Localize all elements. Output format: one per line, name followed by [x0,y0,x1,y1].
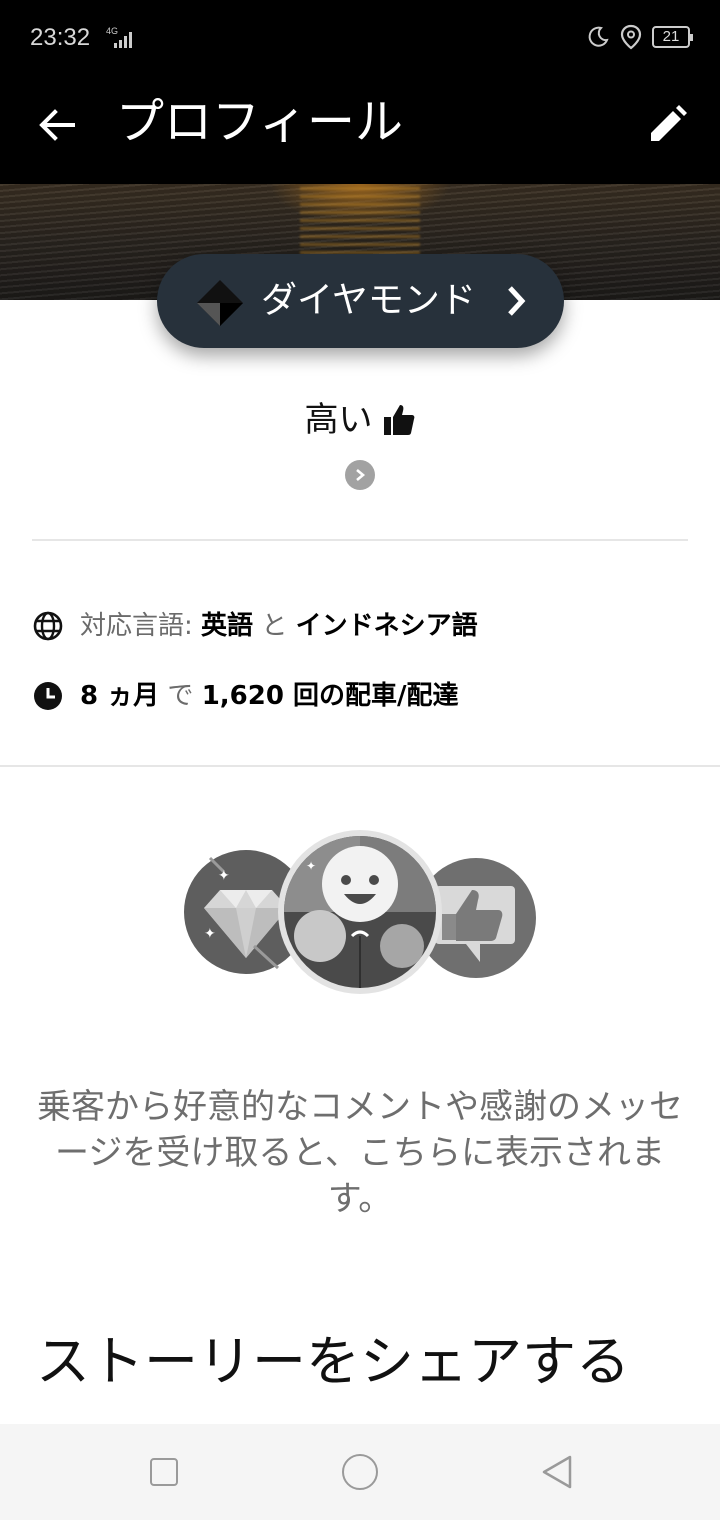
diamond-tier-icon [197,280,243,326]
rating-more-button[interactable] [345,460,375,490]
trip-connector: で [167,681,194,711]
status-time: 23:32 [30,24,91,51]
compliments-empty-message: 乗客から好意的なコメントや感謝のメッセージを受け取ると、こちらに表示されます。 [37,1087,683,1219]
location-icon [620,24,642,50]
profile-screen: 23:32 4G 21 プロフィール ダイヤモンド 高い 対応言語: 英語 と … [0,0,720,1520]
share-story-heading: ストーリーをシェアする [36,1330,630,1393]
recent-apps-icon[interactable] [150,1458,178,1486]
trips-row: 8 ヵ月 で 1,620 回の配車/配達 [32,678,459,714]
tier-button[interactable]: ダイヤモンド [157,254,564,348]
globe-icon [33,611,63,641]
system-nav-bar [0,1424,720,1520]
trip-duration: 8 ヵ月 [80,681,160,711]
app-bar: プロフィール [0,78,720,184]
signal-icon: 4G [104,26,134,48]
status-icons: 21 [586,24,693,50]
arrow-left-icon [39,109,75,141]
thumbs-up-icon [383,405,414,435]
rating: 高い [0,396,720,444]
languages-label: 対応言語: [80,611,193,641]
battery-icon: 21 [652,26,693,48]
language-secondary: インドネシア語 [295,611,478,641]
clock-icon [34,682,62,710]
pencil-icon [651,105,687,141]
chevron-right-icon [508,286,526,316]
languages-row: 対応言語: 英語 と インドネシア語 [32,608,478,644]
status-bar: 23:32 4G 21 [0,0,720,78]
svg-text:✦: ✦ [306,859,316,873]
tier-label: ダイヤモンド [261,280,476,321]
back-button[interactable] [30,98,84,152]
divider [32,539,688,541]
moon-icon [588,26,609,47]
home-icon[interactable] [342,1454,378,1490]
rating-label: 高い [304,400,373,440]
divider [0,765,720,767]
language-primary: 英語 [201,611,254,641]
languages-conjunction: と [261,611,288,641]
chevron-right-circle-icon [356,469,366,481]
svg-text:✦: ✦ [204,926,216,942]
trip-count: 1,620 回の配車/配達 [201,681,459,711]
back-triangle-icon[interactable] [540,1454,574,1490]
compliment-badges: ✦ ✦ ✦ [184,830,536,994]
page-title: プロフィール [116,94,404,150]
edit-button[interactable] [638,94,698,154]
smiley-badge-icon: ✦ [278,830,442,994]
svg-text:✦: ✦ [218,868,230,884]
